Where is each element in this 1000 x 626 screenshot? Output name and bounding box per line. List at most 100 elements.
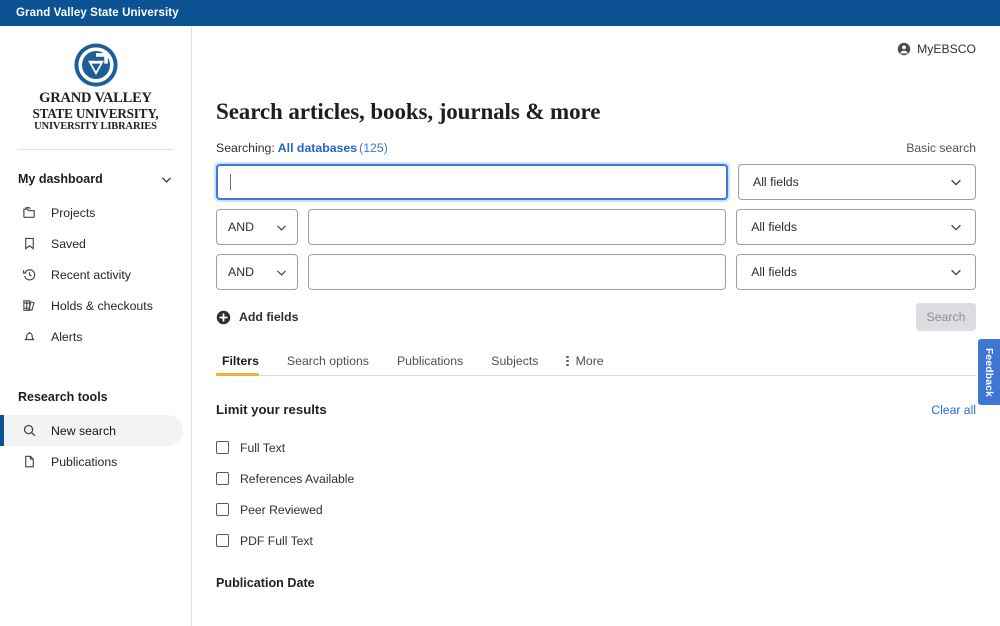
search-row-1: All fields (216, 164, 976, 200)
text-caret (230, 174, 231, 190)
sidebar-item-holds-checkouts[interactable]: Holds & checkouts (0, 290, 183, 321)
logo-wordmark: GRAND VALLEY STATE UNIVERSITY, UNIVERSIT… (32, 91, 158, 132)
sidebar-item-projects[interactable]: Projects (0, 197, 183, 228)
sidebar-item-label-holds-checkouts: Holds & checkouts (51, 299, 153, 313)
tab-more-label: More (576, 354, 604, 368)
bell-icon (22, 329, 37, 344)
boolean-select-2[interactable]: AND (216, 209, 298, 245)
search-input-1[interactable] (216, 164, 728, 200)
sidebar-section-my-dashboard[interactable]: My dashboard (0, 161, 191, 197)
add-fields-button[interactable]: Add fields (216, 310, 298, 325)
myebsco-button[interactable]: MyEBSCO (897, 42, 976, 56)
clear-all-button[interactable]: Clear all (931, 403, 976, 417)
main-content: MyEBSCO Search articles, books, journals… (192, 26, 1000, 626)
boolean-select-3[interactable]: AND (216, 254, 298, 290)
chevron-down-icon (275, 221, 288, 234)
field-select-3[interactable]: All fields (736, 254, 976, 290)
sidebar-item-label-projects: Projects (51, 206, 95, 220)
field-select-2-value: All fields (751, 220, 797, 234)
checkbox-references-available[interactable] (216, 472, 229, 485)
add-fields-label: Add fields (239, 310, 298, 324)
filter-label-full-text: Full Text (240, 441, 285, 455)
sidebar-item-label-alerts: Alerts (51, 330, 82, 344)
publication-date-title: Publication Date (216, 576, 976, 590)
tab-publications[interactable]: Publications (383, 354, 477, 375)
search-actions-row: Add fields Search (216, 303, 976, 331)
institution-name: Grand Valley State University (16, 7, 179, 19)
limit-results-title: Limit your results (216, 402, 327, 417)
search-row-2: AND All fields (216, 209, 976, 245)
sidebar-divider (18, 149, 173, 150)
filter-checkbox-list: Full Text References Available Peer Revi… (216, 432, 976, 556)
library-logo[interactable]: GRAND VALLEY STATE UNIVERSITY, UNIVERSIT… (0, 26, 191, 132)
books-icon (22, 298, 37, 313)
tab-search-options[interactable]: Search options (273, 354, 383, 375)
sidebar-item-alerts[interactable]: Alerts (0, 321, 183, 352)
search-input-2[interactable] (308, 209, 726, 245)
account-row: MyEBSCO (216, 26, 976, 62)
myebsco-label: MyEBSCO (917, 42, 976, 56)
filter-pdf-full-text[interactable]: PDF Full Text (216, 525, 976, 556)
logo-line-2: STATE UNIVERSITY, (32, 107, 158, 120)
searching-scope: Searching:All databases(125) (216, 141, 388, 155)
sidebar-item-recent-activity[interactable]: Recent activity (0, 259, 183, 290)
page-title: Search articles, books, journals & more (216, 99, 976, 125)
all-databases-link[interactable]: All databases (278, 141, 357, 155)
chevron-down-icon (949, 265, 963, 279)
filter-label-pdf-full-text: PDF Full Text (240, 534, 313, 548)
basic-search-toggle[interactable]: Basic search (906, 141, 976, 155)
ebsco-search-page: Grand Valley State University GRAND VALL… (0, 0, 1000, 626)
searching-prefix-label: Searching: (216, 141, 275, 155)
logo-line-3: UNIVERSITY LIBRARIES (32, 122, 158, 132)
sidebar-item-new-search[interactable]: New search (0, 415, 183, 446)
field-select-3-value: All fields (751, 265, 797, 279)
boolean-select-2-value: AND (228, 220, 254, 234)
filter-peer-reviewed[interactable]: Peer Reviewed (216, 494, 976, 525)
filter-label-references-available: References Available (240, 472, 354, 486)
sidebar-item-label-new-search: New search (51, 424, 116, 438)
filter-label-peer-reviewed: Peer Reviewed (240, 503, 323, 517)
institution-header-bar: Grand Valley State University (0, 0, 1000, 26)
sidebar-item-label-recent-activity: Recent activity (51, 268, 131, 282)
sidebar-item-saved[interactable]: Saved (0, 228, 183, 259)
sidebar-item-label-saved: Saved (51, 237, 86, 251)
bookmark-icon (22, 236, 37, 251)
chevron-down-icon (949, 220, 963, 234)
person-circle-icon (897, 42, 911, 56)
folder-icon (22, 205, 37, 220)
filter-full-text[interactable]: Full Text (216, 432, 976, 463)
searching-scope-row: Searching:All databases(125) Basic searc… (216, 141, 976, 155)
sidebar-item-publications[interactable]: Publications (0, 446, 183, 477)
search-button[interactable]: Search (916, 303, 976, 331)
field-select-1-value: All fields (753, 175, 799, 189)
filter-references-available[interactable]: References Available (216, 463, 976, 494)
search-row-3: AND All fields (216, 254, 976, 290)
checkbox-full-text[interactable] (216, 441, 229, 454)
chevron-down-icon (160, 173, 173, 186)
search-input-3[interactable] (308, 254, 726, 290)
tab-filters[interactable]: Filters (216, 354, 273, 375)
feedback-tab[interactable]: Feedback (978, 339, 1000, 405)
sidebar-section-label-my-dashboard: My dashboard (18, 172, 103, 186)
page-body: GRAND VALLEY STATE UNIVERSITY, UNIVERSIT… (0, 26, 1000, 626)
plus-circle-icon (216, 310, 231, 325)
field-select-2[interactable]: All fields (736, 209, 976, 245)
search-form: All fields AND (216, 164, 976, 290)
sidebar-section-label-research-tools: Research tools (18, 390, 108, 404)
tab-subjects[interactable]: Subjects (477, 354, 552, 375)
search-icon (22, 423, 37, 438)
boolean-select-3-value: AND (228, 265, 254, 279)
history-clock-icon (22, 267, 37, 282)
chevron-down-icon (949, 175, 963, 189)
kebab-menu-icon (566, 356, 568, 366)
field-select-1[interactable]: All fields (738, 164, 976, 200)
tab-more[interactable]: More (552, 354, 617, 375)
document-icon (22, 454, 37, 469)
database-count: (125) (359, 141, 388, 155)
sidebar-item-label-publications: Publications (51, 455, 117, 469)
checkbox-peer-reviewed[interactable] (216, 503, 229, 516)
checkbox-pdf-full-text[interactable] (216, 534, 229, 547)
sidebar-section-research-tools: Research tools (0, 379, 191, 415)
chevron-down-icon (275, 266, 288, 279)
limit-results-header: Limit your results Clear all (216, 402, 976, 417)
